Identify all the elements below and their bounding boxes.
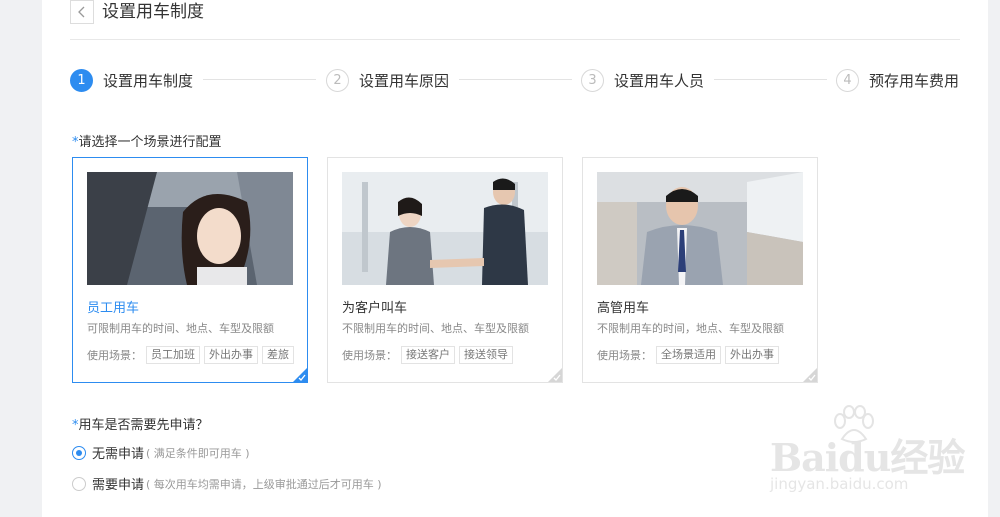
scenario-tag: 外出办事: [725, 346, 779, 364]
step-3[interactable]: 3 设置用车人员: [581, 66, 704, 94]
radio-label: 需要申请: [92, 478, 145, 493]
step-1[interactable]: 1 设置用车制度: [70, 66, 193, 94]
step-4[interactable]: 4 预存用车费用: [836, 66, 959, 94]
step-number: 2: [326, 68, 349, 92]
page-title: 设置用车制度: [102, 2, 204, 22]
watermark-logo: Baidu经验: [770, 435, 965, 480]
tags-label: 使用场景：: [597, 349, 652, 362]
scenario-tag: 全场景适用: [656, 346, 721, 364]
back-button[interactable]: [70, 0, 94, 24]
card-title: 员工用车: [87, 301, 140, 316]
client-car-photo: [342, 172, 548, 285]
step-2[interactable]: 2 设置用车原因: [326, 66, 449, 94]
tags-label: 使用场景：: [87, 349, 142, 362]
apply-label: *用车是否需要先申请？: [72, 414, 209, 433]
step-connector: [203, 79, 316, 80]
scenario-label-text: 请选择一个场景进行配置: [78, 135, 222, 150]
page-margin: [988, 0, 1000, 517]
card-tags: 使用场景： 接送客户 接送领导: [342, 346, 513, 364]
card-description: 不限制用车的时间、地点、车型及限额: [342, 322, 529, 335]
step-label: 设置用车原因: [359, 71, 450, 90]
card-description: 不限制用车的时间，地点、车型及限额: [597, 322, 784, 335]
step-label: 设置用车人员: [614, 71, 705, 90]
apply-label-text: 用车是否需要先申请？: [78, 418, 209, 433]
executive-car-photo: [597, 172, 803, 285]
unselected-corner-icon: [803, 368, 817, 382]
page-header: 设置用车制度: [70, 0, 960, 40]
step-number: 1: [70, 68, 93, 92]
card-tags: 使用场景： 员工加班 外出办事 差旅: [87, 346, 294, 364]
executive-in-car-image: [597, 172, 803, 285]
card-tags: 使用场景： 全场景适用 外出办事: [597, 346, 779, 364]
radio-button-checked[interactable]: [72, 445, 86, 460]
radio-button-unchecked[interactable]: [72, 476, 86, 491]
scenario-label: *请选择一个场景进行配置: [72, 131, 222, 150]
handshake-image: [342, 172, 548, 285]
step-label: 设置用车制度: [103, 71, 194, 90]
step-connector: [714, 79, 827, 80]
watermark: Baidu经验 jingyan.baidu.com: [770, 405, 965, 500]
step-label: 预存用车费用: [869, 71, 960, 90]
scenario-card-client[interactable]: 为客户叫车 不限制用车的时间、地点、车型及限额 使用场景： 接送客户 接送领导: [327, 157, 563, 383]
chevron-left-icon: [78, 6, 85, 18]
scenario-tag: 外出办事: [204, 346, 258, 364]
scenario-tag: 接送领导: [459, 346, 513, 364]
progress-steps: 1 设置用车制度 2 设置用车原因 3 设置用车人员 4 预存用车费用: [70, 66, 960, 94]
watermark-url: jingyan.baidu.com: [770, 475, 909, 493]
radio-no-apply[interactable]: 无需申请 ( 满足条件即可用车 ): [72, 443, 250, 462]
scenario-tag: 接送客户: [401, 346, 455, 364]
unselected-corner-icon: [548, 368, 562, 382]
radio-hint: ( 每次用车均需申请，上级审批通过后才可用车 ): [146, 477, 382, 491]
scenario-tag: 员工加班: [146, 346, 200, 364]
radio-need-apply[interactable]: 需要申请 ( 每次用车均需申请，上级审批通过后才可用车 ): [72, 474, 382, 493]
step-connector: [459, 79, 572, 80]
radio-label: 无需申请: [92, 447, 145, 462]
scenario-card-employee[interactable]: 员工用车 可限制用车的时间、地点、车型及限额 使用场景： 员工加班 外出办事 差…: [72, 157, 308, 383]
employee-car-photo: [87, 172, 293, 285]
scenario-tag: 差旅: [262, 346, 294, 364]
card-description: 可限制用车的时间、地点、车型及限额: [87, 322, 274, 335]
step-number: 3: [581, 68, 604, 92]
step-number: 4: [836, 68, 859, 92]
scenario-card-executive[interactable]: 高管用车 不限制用车的时间，地点、车型及限额 使用场景： 全场景适用 外出办事: [582, 157, 818, 383]
tags-label: 使用场景：: [342, 349, 397, 362]
card-title: 为客户叫车: [342, 301, 408, 316]
woman-in-car-image: [87, 172, 293, 285]
card-title: 高管用车: [597, 301, 650, 316]
selected-check-icon: [293, 368, 307, 382]
radio-hint: ( 满足条件即可用车 ): [146, 446, 250, 460]
